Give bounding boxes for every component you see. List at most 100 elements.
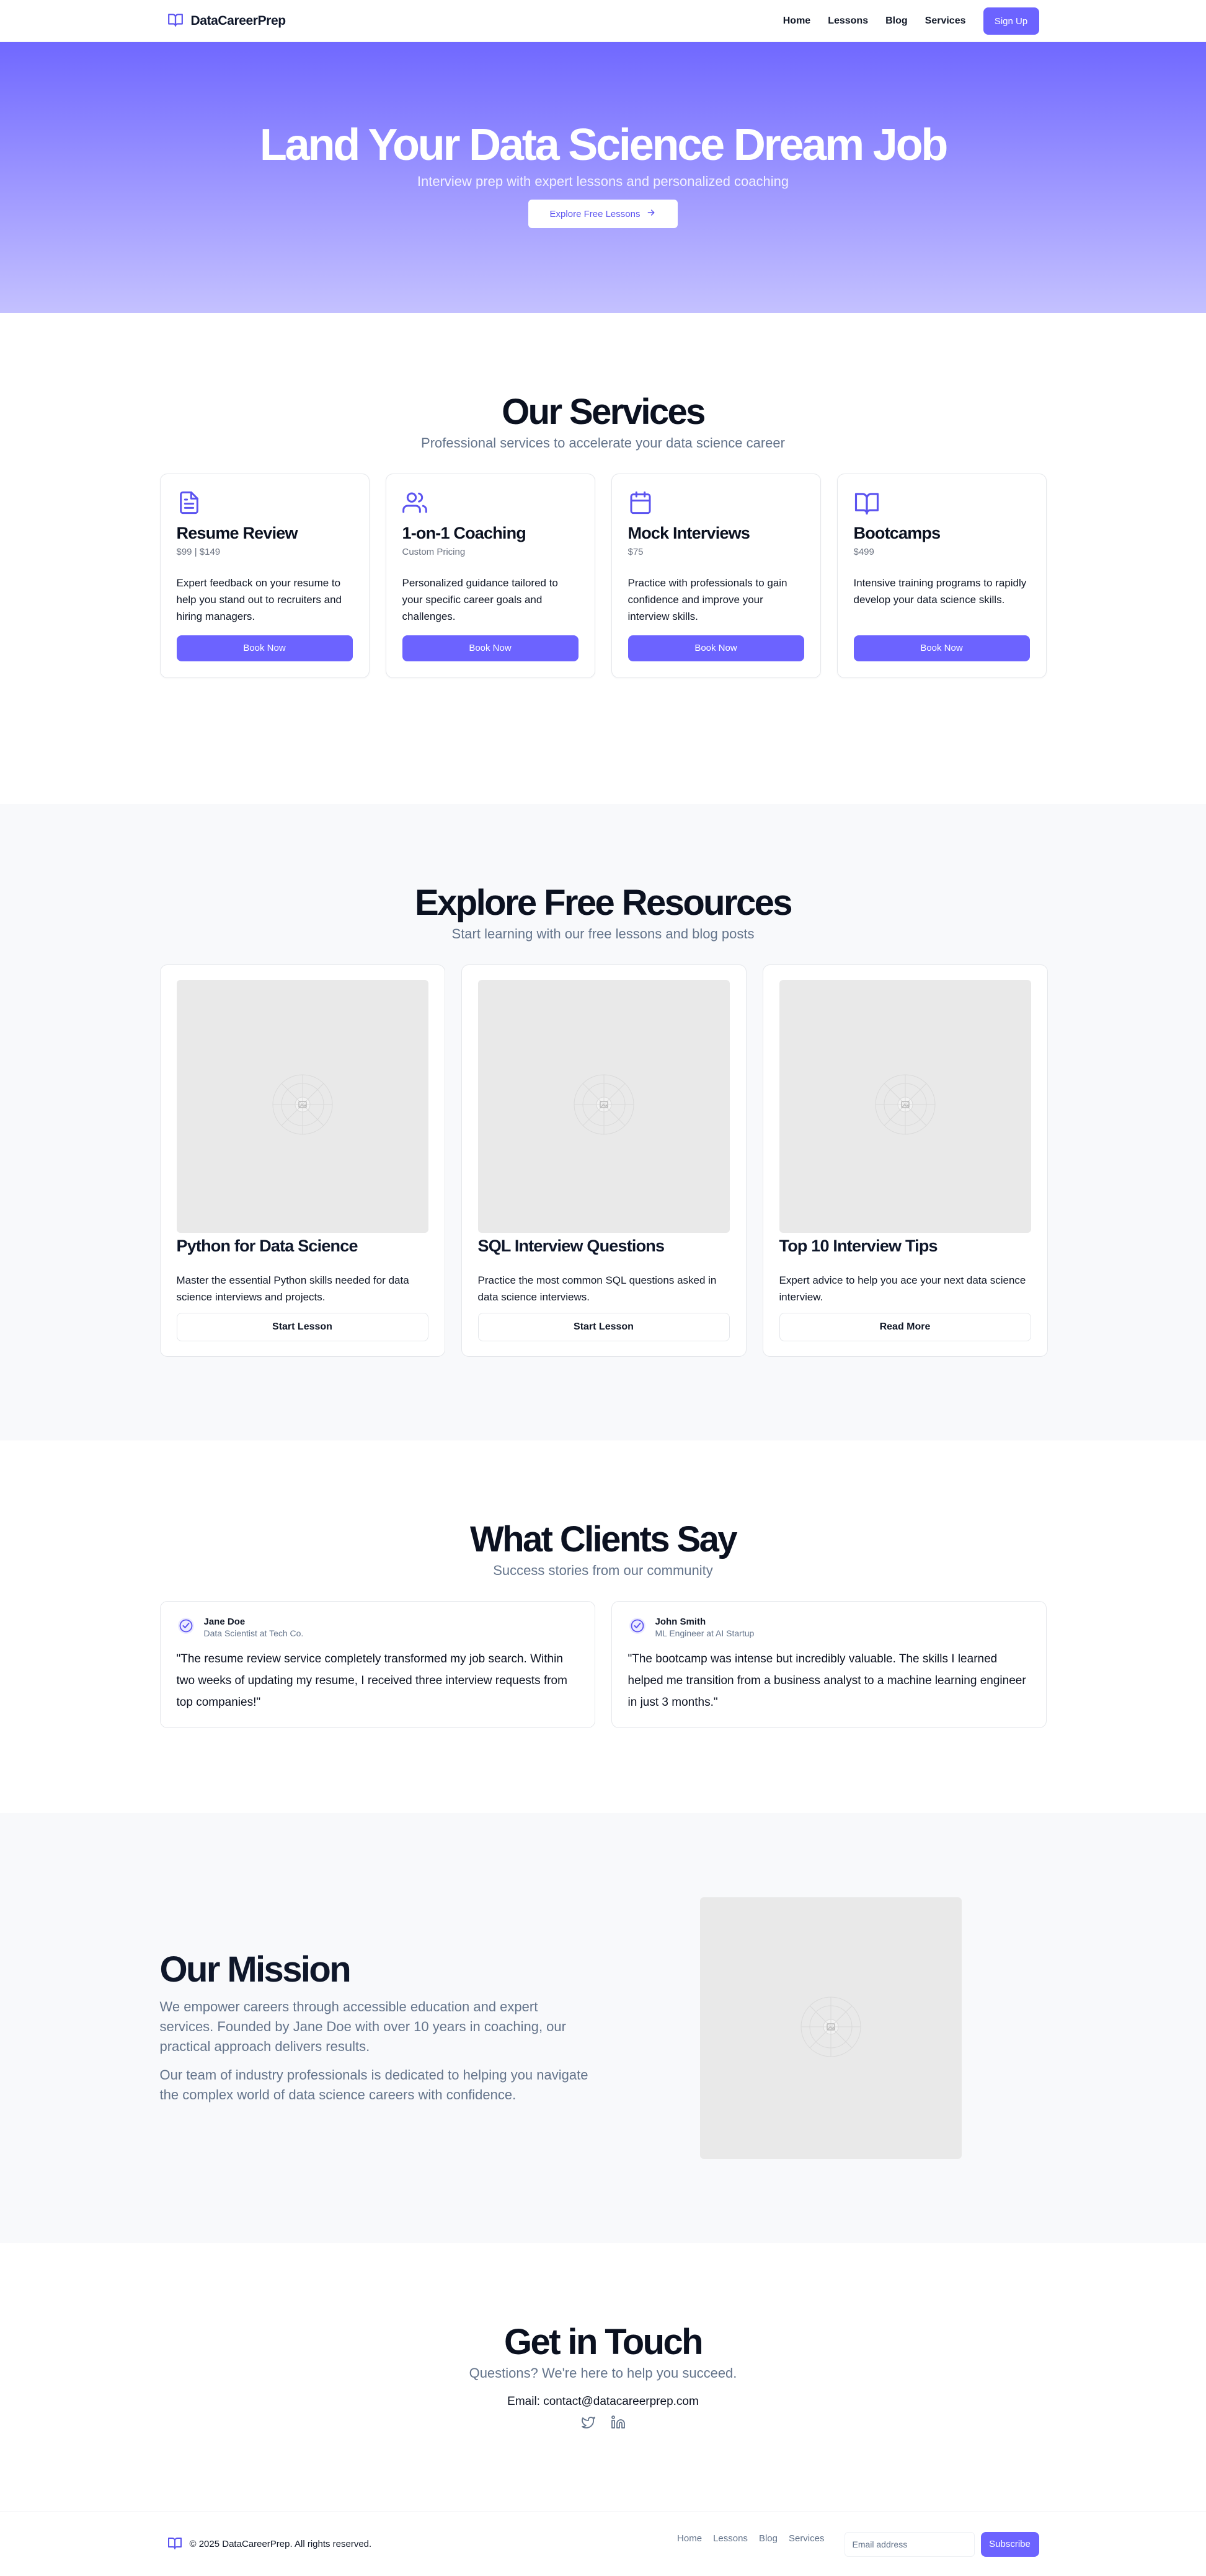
explore-lessons-label: Explore Free Lessons — [549, 208, 641, 219]
testimonials-section: What Clients Say Success stories from ou… — [0, 1440, 1206, 1813]
resources-title: Explore Free Resources — [415, 883, 792, 923]
badge-check-icon — [177, 1617, 195, 1638]
service-card-coaching: 1-on-1 Coaching Custom Pricing Personali… — [385, 473, 595, 678]
book-open-icon — [167, 13, 184, 30]
resource-desc: Expert advice to help you ace your next … — [779, 1274, 1026, 1303]
book-now-button[interactable]: Book Now — [627, 635, 804, 661]
service-title: 1-on-1 Coaching — [402, 523, 526, 542]
logo[interactable]: DataCareerPrep — [167, 13, 286, 30]
book-open-icon — [167, 2537, 182, 2552]
testimonials-subtitle: Success stories from our community — [493, 1562, 713, 1578]
mission-section: Our Mission We empower careers through a… — [0, 1813, 1206, 2243]
sign-up-button[interactable]: Sign Up — [983, 7, 1039, 35]
image-placeholder-icon — [800, 1996, 862, 2061]
resources-grid: Python for Data Science Master the essen… — [159, 964, 1048, 1357]
badge-check-icon — [628, 1617, 647, 1638]
testimonial-card: John Smith ML Engineer at AI Startup "Th… — [611, 1600, 1047, 1728]
resource-title: Top 10 Interview Tips — [779, 1236, 938, 1255]
hero: Land Your Data Science Dream Job Intervi… — [0, 42, 1206, 313]
service-desc: Personalized guidance tailored to your s… — [402, 576, 558, 622]
explore-lessons-button[interactable]: Explore Free Lessons — [528, 200, 678, 228]
users-icon — [402, 490, 579, 515]
start-lesson-button[interactable]: Start Lesson — [477, 1312, 730, 1341]
testimonial-role: Data Scientist at Tech Co. — [203, 1628, 304, 1638]
contact-title: Get in Touch — [504, 2322, 704, 2362]
calendar-icon — [628, 490, 804, 515]
placeholder-image — [779, 979, 1031, 1233]
mission-title: Our Mission — [159, 1949, 352, 1990]
service-title: Mock Interviews — [627, 523, 750, 542]
book-open-icon — [854, 490, 1030, 515]
service-card-mock-interviews: Mock Interviews $75 Practice with profes… — [611, 473, 821, 678]
footer-right: Home Lessons Blog Services Subscribe — [677, 2531, 1039, 2557]
services-title: Our Services — [502, 392, 706, 432]
book-now-button[interactable]: Book Now — [176, 635, 353, 661]
subscribe-button[interactable]: Subscribe — [980, 2531, 1039, 2557]
mission-paragraph: Our team of industry professionals is de… — [159, 2067, 588, 2103]
nav-services[interactable]: Services — [925, 15, 966, 27]
service-card-bootcamps: Bootcamps $499 Intensive training progra… — [836, 473, 1047, 678]
site-header: DataCareerPrep Home Lessons Blog Service… — [0, 0, 1206, 42]
services-subtitle: Professional services to accelerate your… — [421, 434, 785, 451]
social-links — [0, 2415, 1206, 2433]
testimonial-quote: "The resume review service completely tr… — [176, 1652, 567, 1709]
mission-text: Our Mission We empower careers through a… — [160, 1951, 594, 2106]
mission-image — [699, 1897, 962, 2159]
service-desc: Practice with professionals to gain conf… — [627, 576, 787, 622]
service-price: $499 — [853, 546, 874, 557]
image-placeholder-icon — [272, 1074, 334, 1139]
contact-subtitle: Questions? We're here to help you succee… — [469, 2365, 737, 2381]
testimonial-name: Jane Doe — [203, 1616, 246, 1627]
resource-desc: Practice the most common SQL questions a… — [477, 1274, 717, 1303]
subscribe-form: Subscribe — [844, 2531, 1039, 2557]
nav-blog[interactable]: Blog — [885, 15, 908, 27]
service-desc: Intensive training programs to rapidly d… — [853, 576, 1027, 606]
image-placeholder-icon — [573, 1074, 635, 1139]
service-title: Resume Review — [176, 523, 298, 542]
testimonial-card: Jane Doe Data Scientist at Tech Co. "The… — [159, 1600, 595, 1728]
hero-subtitle: Interview prep with expert lessons and p… — [417, 174, 789, 189]
mission-paragraph: We empower careers through accessible ed… — [159, 1999, 566, 2055]
read-more-button[interactable]: Read More — [779, 1312, 1031, 1341]
email-input[interactable] — [844, 2531, 975, 2557]
placeholder-image — [176, 979, 428, 1233]
start-lesson-button[interactable]: Start Lesson — [176, 1312, 428, 1341]
resources-subtitle: Start learning with our free lessons and… — [451, 925, 755, 942]
resource-desc: Master the essential Python skills neede… — [176, 1274, 409, 1303]
main-nav: Home Lessons Blog Services Sign Up — [783, 7, 1039, 35]
testimonial-author: Jane Doe Data Scientist at Tech Co. — [177, 1617, 579, 1638]
site-footer: © 2025 DataCareerPrep. All rights reserv… — [0, 2512, 1206, 2575]
resource-card: Top 10 Interview Tips Expert advice to h… — [762, 964, 1048, 1357]
nav-lessons[interactable]: Lessons — [828, 15, 868, 27]
logo-text: DataCareerPrep — [190, 14, 286, 28]
arrow-right-icon — [646, 208, 656, 220]
image-placeholder-icon — [874, 1074, 936, 1139]
contact-section: Get in Touch Questions? We're here to he… — [0, 2243, 1206, 2512]
testimonials-grid: Jane Doe Data Scientist at Tech Co. "The… — [159, 1600, 1047, 1728]
service-price: $99 | $149 — [176, 546, 221, 557]
file-text-icon — [177, 490, 353, 515]
service-price: $75 — [627, 546, 644, 557]
twitter-icon[interactable] — [581, 2415, 596, 2433]
contact-email[interactable]: Email: contact@datacareerprep.com — [0, 2395, 1206, 2409]
resource-title: Python for Data Science — [176, 1236, 358, 1255]
testimonial-role: ML Engineer at AI Startup — [655, 1628, 755, 1638]
service-card-resume-review: Resume Review $99 | $149 Expert feedback… — [159, 473, 370, 678]
hero-title: Land Your Data Science Dream Job — [259, 120, 949, 170]
resource-card: Python for Data Science Master the essen… — [159, 964, 445, 1357]
service-title: Bootcamps — [853, 523, 941, 542]
testimonial-author: John Smith ML Engineer at AI Startup — [628, 1617, 1030, 1638]
nav-home[interactable]: Home — [783, 15, 810, 27]
services-grid: Resume Review $99 | $149 Expert feedback… — [159, 473, 1047, 678]
book-now-button[interactable]: Book Now — [402, 635, 579, 661]
service-desc: Expert feedback on your resume to help y… — [176, 576, 342, 622]
resource-card: SQL Interview Questions Practice the mos… — [461, 964, 747, 1357]
copyright: © 2025 DataCareerPrep. All rights reserv… — [189, 2539, 372, 2549]
placeholder-image — [477, 979, 730, 1233]
testimonial-quote: "The bootcamp was intense but incredibly… — [627, 1652, 1026, 1709]
linkedin-icon[interactable] — [611, 2415, 626, 2433]
testimonials-title: What Clients Say — [470, 1519, 738, 1559]
resources-section: Explore Free Resources Start learning wi… — [0, 804, 1206, 1440]
testimonial-name: John Smith — [655, 1616, 706, 1627]
book-now-button[interactable]: Book Now — [853, 635, 1030, 661]
